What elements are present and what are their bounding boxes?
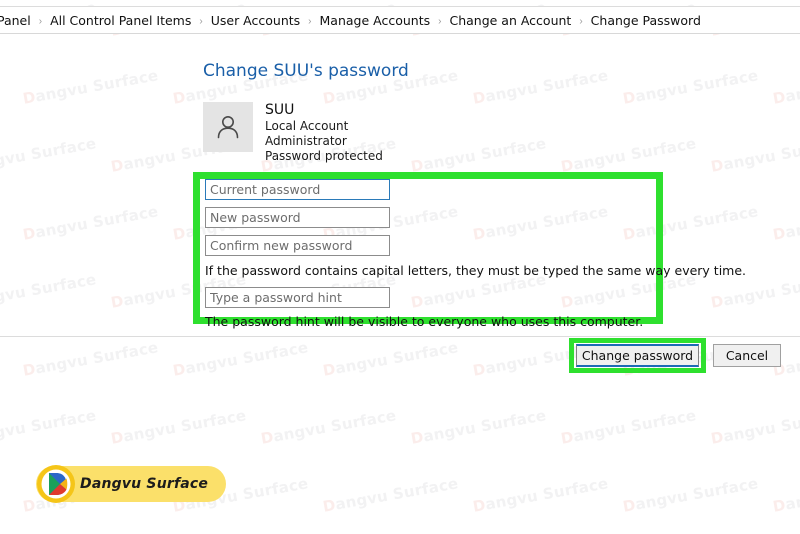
breadcrumb-item-manage-accounts[interactable]: Manage Accounts: [319, 13, 432, 28]
account-name: SUU: [265, 102, 295, 118]
watermark-text: Dangvu Surface: [321, 474, 460, 516]
chevron-right-icon: ›: [199, 15, 203, 27]
chevron-right-icon: ›: [579, 15, 583, 27]
account-type: Local Account: [265, 119, 349, 133]
breadcrumb-item-panel[interactable]: Panel: [0, 13, 32, 28]
avatar: [203, 102, 253, 152]
chevron-right-icon: ›: [438, 15, 442, 27]
watermark-text: Dangvu Surface: [559, 406, 698, 448]
password-hint-note: The password hint will be visible to eve…: [205, 314, 644, 329]
breadcrumb-item-all-control-panel-items[interactable]: All Control Panel Items: [49, 13, 192, 28]
watermark-text: Dangvu Surface: [771, 474, 800, 516]
new-password-input[interactable]: [205, 207, 390, 228]
account-role: Administrator: [265, 134, 347, 148]
watermark-text: Dangvu Surface: [109, 406, 248, 448]
confirm-password-input[interactable]: [205, 235, 390, 256]
brand-name: Dangvu Surface: [80, 476, 209, 492]
change-password-button[interactable]: Change password: [576, 344, 699, 367]
breadcrumb-item-user-accounts[interactable]: User Accounts: [210, 13, 301, 28]
chevron-right-icon: ›: [38, 15, 43, 27]
chevron-right-icon: ›: [308, 15, 312, 27]
password-form: If the password contains capital letters…: [205, 179, 747, 330]
current-password-input[interactable]: [205, 179, 390, 200]
person-icon: [213, 112, 243, 142]
dangvu-logo-icon: [36, 464, 76, 504]
breadcrumb-item-change-password[interactable]: Change Password: [590, 13, 702, 28]
page-title: Change SUU's password: [203, 61, 409, 81]
breadcrumb-item-change-an-account[interactable]: Change an Account: [448, 13, 572, 28]
watermark-text: Dangvu Surface: [409, 406, 548, 448]
capital-letters-note: If the password contains capital letters…: [205, 263, 747, 278]
watermark-text: Dangvu Surface: [621, 474, 760, 516]
main-content: Change SUU's password SUU Local Account …: [0, 35, 800, 335]
cancel-button[interactable]: Cancel: [713, 344, 781, 367]
watermark-text: Dangvu Surface: [0, 406, 98, 446]
breadcrumb: Panel › All Control Panel Items › User A…: [0, 6, 800, 34]
password-hint-input[interactable]: [205, 287, 390, 308]
watermark-text: Dangvu Surface: [259, 406, 398, 448]
watermark-text: Dangvu Surface: [709, 406, 800, 448]
account-details: SUU Local Account Administrator Password…: [265, 102, 383, 164]
account-summary: SUU Local Account Administrator Password…: [203, 102, 383, 164]
account-protection-status: Password protected: [265, 149, 383, 163]
watermark-text: Dangvu Surface: [471, 474, 610, 516]
